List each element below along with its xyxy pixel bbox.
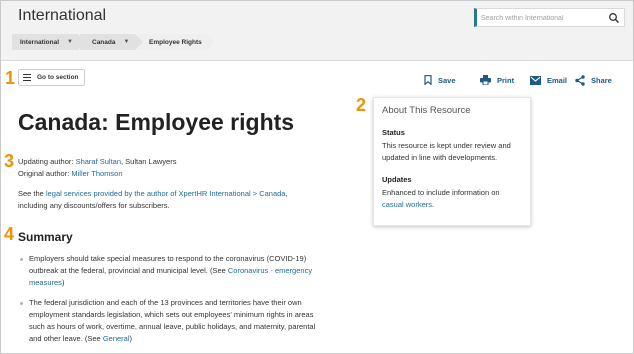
status-text: This resource is kept under review and u… (382, 140, 527, 164)
bullet-2-text: and other leave. (See (29, 334, 103, 343)
updating-author-firm: , Sultan Lawyers (121, 157, 177, 166)
caret-down-icon[interactable]: ▼ (67, 39, 73, 45)
updates-line2: casual workers. (382, 199, 527, 211)
about-heading: About This Resource (382, 105, 471, 116)
list-item: Employers should take special measures t… (20, 253, 340, 289)
breadcrumb-employee-rights: Employee Rights (137, 34, 215, 50)
bullet-1-line2: outbreak at the federal, provincial and … (29, 265, 340, 277)
menu-icon (23, 74, 31, 81)
status-label: Status (382, 128, 405, 137)
print-button[interactable]: Print (480, 73, 514, 87)
list-item: The federal jurisdiction and each of the… (20, 297, 340, 345)
search-icon[interactable] (608, 12, 620, 24)
see-prefix: See the (18, 189, 46, 198)
go-to-section-label: Go to section (37, 74, 79, 81)
bullet-1-line3: measures) (29, 277, 340, 289)
site-title[interactable]: International (18, 7, 106, 25)
updates-line1: Enhanced to include information on (382, 188, 500, 197)
summary-heading: Summary (18, 230, 73, 244)
legal-services-line2: including any discounts/offers for subsc… (18, 201, 170, 210)
legal-services-note: See the legal services provided by the a… (18, 188, 348, 212)
bookmark-icon (424, 75, 432, 85)
updating-author-link[interactable]: Sharaf Sultan (76, 157, 121, 166)
see-suffix: , (285, 189, 288, 198)
status-line1: This resource is kept under review and (382, 141, 511, 150)
original-author: Original author: Miller Thomson (18, 168, 123, 180)
summary-list: Employers should take special measures t… (20, 253, 340, 353)
updating-author: Updating author: Sharaf Sultan, Sultan L… (18, 156, 176, 168)
site-header: International (1, 1, 633, 61)
updates-text: Enhanced to include information on casua… (382, 187, 527, 211)
updating-author-label: Updating author: (18, 157, 74, 166)
envelope-icon (530, 75, 541, 85)
breadcrumb: International ▼ Canada ▼ Employee Rights (12, 34, 215, 50)
legal-services-line1: See the legal services provided by the a… (18, 188, 348, 200)
bullet-1-close: ) (61, 278, 65, 287)
about-resource-panel: About This Resource Status This resource… (373, 97, 531, 226)
breadcrumb-label: Canada (92, 38, 116, 46)
breadcrumb-canada[interactable]: Canada ▼ (80, 34, 143, 50)
email-label: Email (547, 75, 568, 85)
search-box[interactable] (474, 8, 625, 27)
bullet-2-line2: employment standards legislation, which … (29, 310, 314, 319)
original-author-label: Original author: (18, 169, 70, 178)
bullet-2-line4: and other leave. (See General) (29, 333, 340, 345)
bullet-2-line3: such as hours of work, overtime, annual … (29, 322, 316, 331)
email-button[interactable]: Email (530, 73, 567, 87)
save-button[interactable]: Save (424, 73, 456, 87)
breadcrumb-label: International (20, 38, 60, 46)
bullet-2-close: ) (129, 334, 133, 343)
search-input[interactable] (481, 12, 606, 24)
annotation-number-3: 3 (4, 151, 15, 171)
bullet-2-line1: The federal jurisdiction and each of the… (29, 298, 302, 307)
breadcrumb-label: Employee Rights (149, 38, 202, 46)
original-author-link[interactable]: Miller Thomson (71, 169, 122, 178)
status-line2: updated in line with developments. (382, 153, 498, 162)
annotation-number-2: 2 (356, 95, 367, 115)
bullet-1-line1: Employers should take special measures t… (29, 254, 307, 263)
save-label: Save (438, 75, 456, 85)
annotation-number-4: 4 (4, 224, 15, 244)
updates-suffix: . (432, 200, 435, 209)
caret-down-icon[interactable]: ▼ (123, 39, 129, 45)
page-title: Canada: Employee rights (18, 109, 295, 135)
general-link[interactable]: General (103, 334, 130, 343)
breadcrumb-international[interactable]: International ▼ (12, 34, 86, 50)
printer-icon (480, 75, 491, 85)
share-button[interactable]: Share (575, 73, 612, 87)
print-label: Print (497, 75, 515, 85)
coronavirus-measures-link[interactable]: Coronavirus - emergency (228, 266, 312, 275)
updates-label: Updates (382, 175, 412, 184)
coronavirus-measures-link-cont[interactable]: measures (29, 278, 62, 287)
go-to-section-button[interactable]: Go to section (18, 69, 85, 86)
share-icon (575, 74, 585, 86)
share-label: Share (591, 75, 612, 85)
bullet-1-text: outbreak at the federal, provincial and … (29, 266, 228, 275)
casual-workers-link[interactable]: casual workers (382, 200, 432, 209)
annotation-number-1: 1 (5, 68, 16, 88)
legal-services-link[interactable]: legal services provided by the author of… (46, 189, 286, 198)
